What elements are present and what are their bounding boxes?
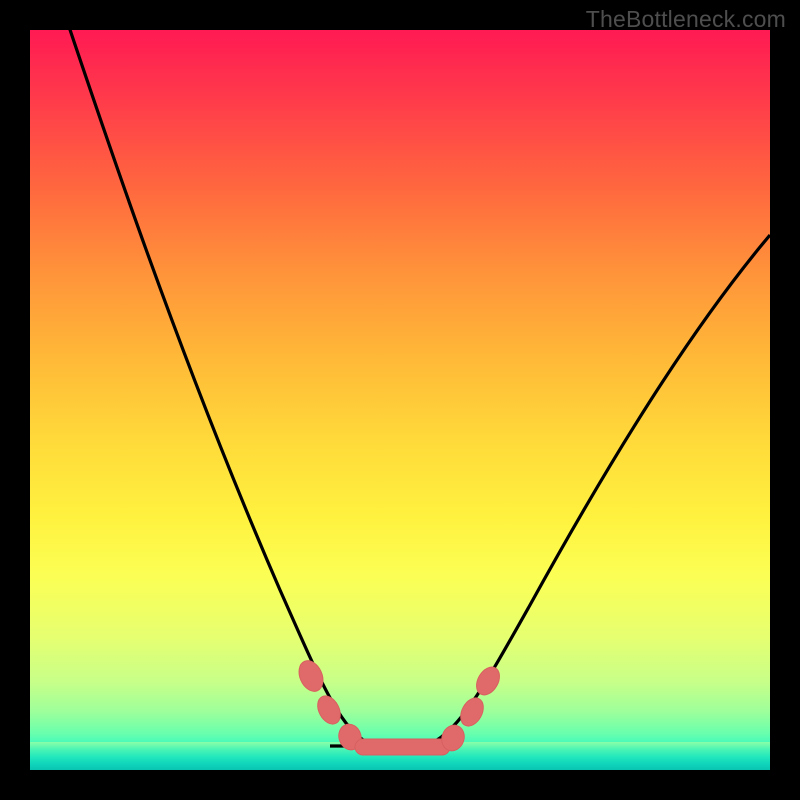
watermark-text: TheBottleneck.com: [586, 6, 786, 33]
curve-right-arm: [430, 235, 770, 744]
curve-left-arm: [50, 30, 370, 744]
bottleneck-curve: [30, 30, 770, 770]
optimum-markers: [294, 657, 504, 755]
chart-frame: TheBottleneck.com: [0, 0, 800, 800]
plot-area: [30, 30, 770, 770]
